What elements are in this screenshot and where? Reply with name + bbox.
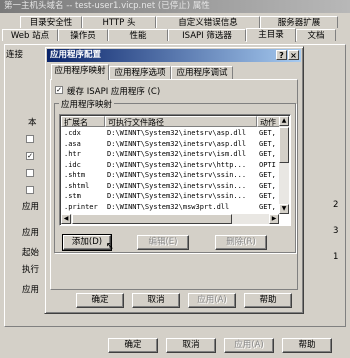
vertical-scroll-thumb[interactable] (279, 127, 289, 163)
outer-help-button[interactable]: 帮助 (282, 338, 332, 353)
dialog-apply-button[interactable]: 应用(A) (188, 293, 236, 308)
dialog-ok-button[interactable]: 确定 (76, 293, 124, 308)
tab-performance[interactable]: 性能 (108, 29, 168, 41)
right-edge-fragment-2: 3 (333, 226, 339, 236)
row-verbs: GET, (259, 129, 276, 137)
row-path: D:\WINNT\System32\inetsrv\ssin... (107, 171, 247, 179)
row-verbs: GET, (259, 139, 276, 148)
row-extension: .htr (64, 150, 81, 158)
horizontal-scroll-thumb[interactable] (72, 214, 232, 224)
remove-button[interactable]: 删除(R) (215, 235, 267, 250)
outer-cancel-button[interactable]: 取消 (166, 338, 216, 353)
tab-operators[interactable]: 操作员 (58, 29, 108, 41)
row-verbs: GET, (259, 192, 276, 200)
option-checkbox-4[interactable] (26, 186, 34, 194)
row-extension: .idc (64, 160, 81, 169)
row-path: D:\WINNT\System32\inetsrv\asp.dll (107, 129, 247, 137)
row-extension: .printer (64, 202, 98, 211)
tab-app-options[interactable]: 应用程序选项 (109, 66, 171, 79)
row-extension: .stm (64, 192, 81, 200)
mappings-list[interactable]: 扩展名 可执行文件路径 动作 .cdx D:\WINNT\System32\in… (59, 114, 291, 226)
horizontal-scrollbar[interactable]: ◀ ▶ (61, 214, 279, 224)
local-path-label-fragment: 本 (28, 118, 37, 128)
application-settings-label-fragment: 应用 (22, 202, 40, 212)
row-verbs: GET, (259, 171, 276, 179)
row-extension: .shtml (64, 181, 90, 190)
mouse-cursor-icon: ↖ (105, 241, 114, 252)
dialog-help-button[interactable]: 帮助 (244, 293, 292, 308)
tab-isapi-filters[interactable]: ISAPI 筛选器 (168, 29, 246, 41)
row-verbs: GET, (259, 202, 276, 211)
close-icon[interactable]: × (288, 50, 299, 60)
mappings-group-label: 应用程序映射 (59, 98, 115, 110)
option-checkbox-1[interactable] (26, 135, 34, 143)
row-path: D:\WINNT\System32\msw3prt.dll (107, 202, 230, 211)
vertical-scrollbar[interactable]: ▲ ▼ (279, 116, 289, 214)
row-verbs: OPTI (259, 160, 276, 169)
help-icon[interactable]: ? (276, 50, 287, 60)
scroll-down-icon[interactable]: ▼ (279, 204, 289, 214)
application-name-label-fragment: 应用 (22, 228, 40, 238)
tab-home-directory[interactable]: 主目录 (246, 28, 296, 42)
scroll-right-icon[interactable]: ▶ (269, 214, 279, 224)
application-protection-label-fragment: 应用 (22, 285, 40, 295)
tab-http-headers[interactable]: HTTP 头 (82, 16, 156, 28)
row-path: D:\WINNT\System32\inetsrv\ism.dll (107, 150, 247, 158)
properties-window-title: 第一主机头域名 -- test-user1.vicp.net (已停止) 属性 (0, 0, 350, 13)
row-path: D:\WINNT\System32\inetsrv\ssin... (107, 192, 247, 200)
cache-isapi-checkbox[interactable]: ✓ (55, 86, 63, 94)
row-path: D:\WINNT\System32\inetsrv\http... (107, 160, 247, 169)
execute-permissions-label-fragment: 执行 (22, 265, 40, 275)
dialog-title: 应用程序配置 (50, 50, 102, 60)
right-edge-fragment-3: 1 (333, 252, 339, 262)
tab-app-debugging[interactable]: 应用程序调试 (171, 66, 233, 79)
cache-isapi-label: 缓存 ISAPI 应用程序 (C) (67, 87, 161, 97)
dialog-title-bar: 应用程序配置 ? × (47, 49, 301, 62)
row-path: D:\WINNT\System32\inetsrv\ssin... (107, 181, 247, 190)
row-extension: .asa (64, 139, 81, 148)
option-checkbox-2[interactable]: ✓ (26, 152, 34, 160)
scroll-up-icon[interactable]: ▲ (279, 116, 289, 126)
row-extension: .cdx (64, 129, 81, 137)
row-verbs: GET, (259, 150, 276, 158)
tab-web-site[interactable]: Web 站点 (2, 29, 58, 41)
edit-button[interactable]: 编辑(E) (137, 235, 189, 250)
row-extension: .shtm (64, 171, 86, 179)
scroll-left-icon[interactable]: ◀ (61, 214, 71, 224)
starting-point-label-fragment: 起始 (22, 248, 40, 258)
dialog-cancel-button[interactable]: 取消 (132, 293, 180, 308)
column-header-verbs[interactable]: 动作 (257, 116, 281, 127)
connection-label-fragment: 连接 (6, 50, 24, 60)
row-path: D:\WINNT\System32\inetsrv\asp.dll (107, 139, 247, 148)
outer-ok-button[interactable]: 确定 (108, 338, 158, 353)
row-verbs: GET, (259, 181, 276, 190)
tab-documents[interactable]: 文档 (296, 29, 336, 41)
outer-apply-button[interactable]: 应用(A) (224, 338, 274, 353)
tab-custom-errors[interactable]: 自定义错误信息 (156, 16, 260, 28)
column-header-extension[interactable]: 扩展名 (61, 116, 105, 127)
add-button[interactable]: 添加(D) ↖ (62, 234, 114, 252)
option-checkbox-3[interactable] (26, 169, 34, 177)
column-header-path[interactable]: 可执行文件路径 (105, 116, 257, 127)
right-edge-fragment-1: 2 (333, 200, 339, 210)
add-button-label: 添加(D) (71, 237, 103, 247)
tab-server-extensions[interactable]: 服务器扩展 (260, 16, 338, 28)
tab-directory-security[interactable]: 目录安全性 (20, 16, 82, 28)
app-config-dialog: 应用程序配置 ? × 应用程序映射 应用程序选项 应用程序调试 ✓ 缓存 ISA… (44, 46, 304, 314)
tab-app-mappings[interactable]: 应用程序映射 (51, 64, 109, 80)
